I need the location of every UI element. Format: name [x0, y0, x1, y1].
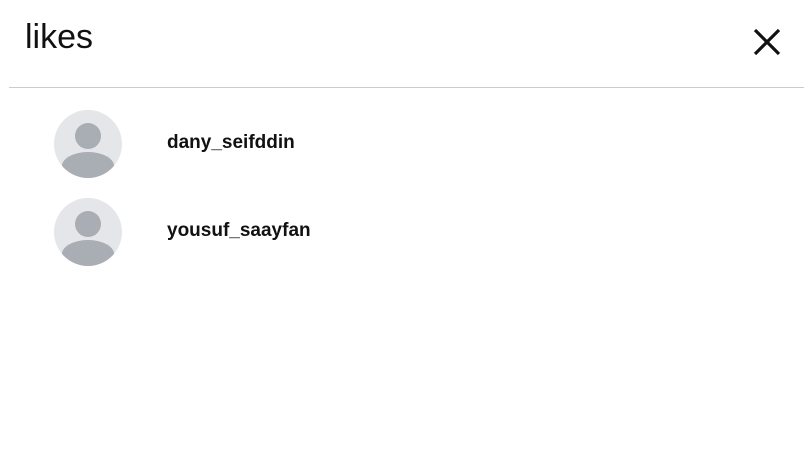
- avatar[interactable]: [54, 198, 122, 266]
- default-avatar-icon: [62, 123, 114, 178]
- avatar[interactable]: [54, 110, 122, 178]
- username-link[interactable]: yousuf_saayfan: [167, 220, 311, 242]
- header-divider: [9, 87, 804, 88]
- close-icon: [753, 28, 781, 56]
- likes-dialog: likes dany_seifddin yousuf_saayfan: [0, 0, 811, 471]
- username-link[interactable]: dany_seifddin: [167, 132, 295, 154]
- list-item-user[interactable]: dany_seifddin: [40, 104, 780, 184]
- default-avatar-icon: [62, 211, 114, 266]
- list-item-user[interactable]: yousuf_saayfan: [40, 192, 780, 272]
- close-button[interactable]: [747, 22, 787, 62]
- dialog-header: likes: [0, 0, 811, 87]
- dialog-title: likes: [25, 18, 94, 56]
